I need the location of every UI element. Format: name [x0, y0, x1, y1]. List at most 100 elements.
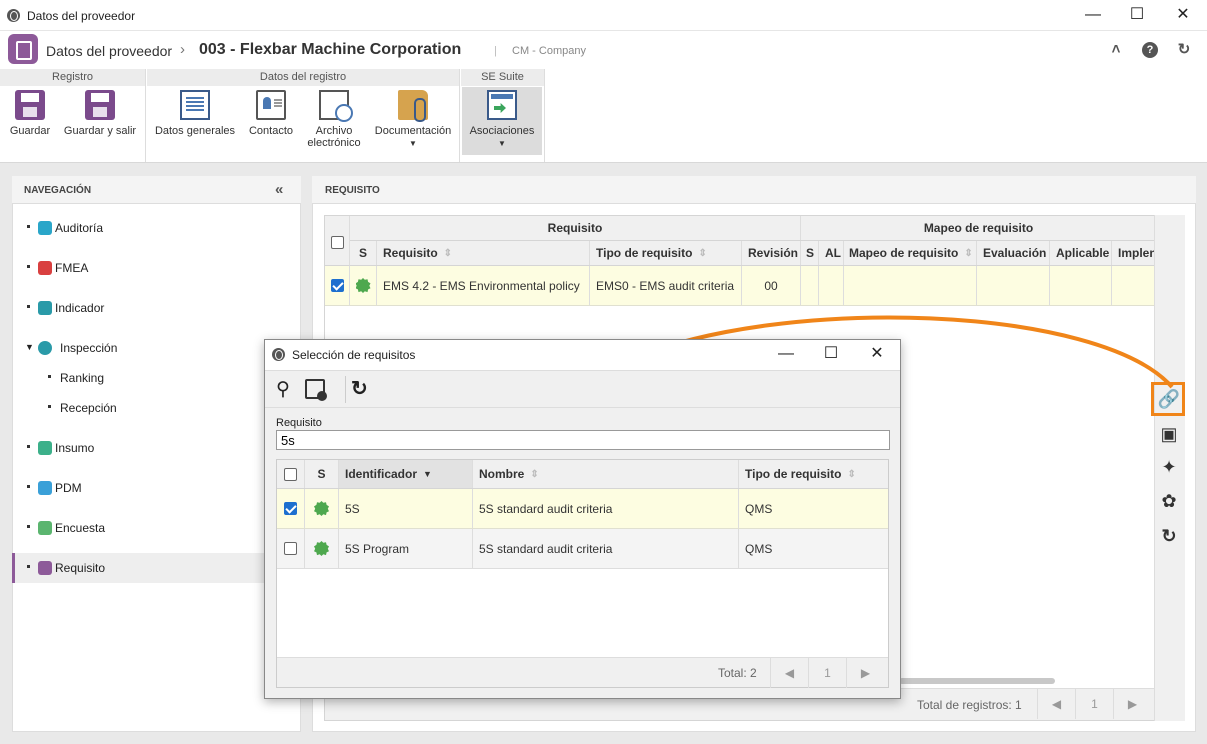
- save-exit-icon: [85, 90, 115, 120]
- folder-clip-icon: [398, 90, 428, 122]
- nav-item-encuesta[interactable]: Encuesta: [12, 513, 301, 543]
- col-requisito[interactable]: Requisito ⇕: [377, 241, 590, 265]
- breadcrumb-root[interactable]: Datos del proveedor: [46, 43, 172, 59]
- row-checkbox[interactable]: [284, 542, 297, 555]
- col-tipo[interactable]: Tipo de requisito ⇕: [739, 460, 888, 488]
- next-page-button[interactable]: ▶: [1113, 689, 1151, 719]
- col-tipo[interactable]: Tipo de requisito ⇕: [590, 241, 742, 265]
- group-header-requisito: Requisito: [350, 216, 801, 240]
- contact-button[interactable]: Contacto: [244, 90, 298, 162]
- inspection-icon: [38, 341, 52, 355]
- dialog-title: Selección de requisitos: [292, 348, 416, 362]
- nav-item-insumo[interactable]: Insumo: [12, 433, 301, 463]
- col-mapeo[interactable]: Mapeo de requisito ⇕: [844, 241, 977, 265]
- general-data-button[interactable]: Datos generales: [152, 90, 238, 162]
- col-s2[interactable]: S: [801, 241, 819, 265]
- ribbon-group-suite: SE Suite: [461, 69, 544, 86]
- cell-requisito: EMS 4.2 - EMS Environmental policy: [377, 266, 590, 305]
- save-close-icon[interactable]: [305, 379, 327, 401]
- page-number: 1: [1075, 689, 1113, 719]
- col-al[interactable]: AL: [819, 241, 844, 265]
- col-s[interactable]: S: [350, 241, 377, 265]
- refresh-icon[interactable]: ↻: [351, 376, 368, 401]
- select-all-checkbox[interactable]: [331, 236, 344, 249]
- save-icon: [15, 90, 45, 120]
- next-page-button[interactable]: ▶: [846, 658, 884, 688]
- table-row[interactable]: 5S Program 5S standard audit criteria QM…: [277, 529, 888, 569]
- group-header-row: Requisito Mapeo de requisito: [325, 216, 1154, 241]
- nav-item-ranking[interactable]: Ranking: [12, 363, 301, 393]
- caret-down-icon: ▼: [409, 139, 417, 148]
- sort-icon: ⇕: [530, 468, 539, 480]
- indicator-icon: [38, 301, 52, 315]
- electronic-file-icon: [319, 90, 353, 122]
- table-row[interactable]: 5S 5S standard audit criteria QMS: [277, 489, 888, 529]
- total-records: Total de registros: 1: [917, 698, 1022, 712]
- unlink-icon[interactable]: ✦: [1156, 454, 1182, 480]
- dialog-minimize-button[interactable]: —: [775, 344, 797, 364]
- view-window-icon[interactable]: ▣: [1156, 421, 1182, 447]
- collapse-up-icon[interactable]: ˄: [1108, 42, 1124, 58]
- requirement-icon: [38, 561, 52, 575]
- cell-identificador: 5S: [339, 489, 473, 528]
- electronic-file-button[interactable]: Archivo electrónico: [302, 90, 366, 162]
- save-exit-button[interactable]: Guardar y salir: [58, 90, 142, 162]
- nav-item-requisito[interactable]: Requisito: [12, 553, 301, 583]
- status-badge-icon: [314, 501, 329, 516]
- prev-page-button[interactable]: ◀: [770, 658, 808, 688]
- refresh-icon[interactable]: ↻: [1156, 523, 1182, 549]
- nav-item-inspeccion[interactable]: ▼ Inspección: [12, 333, 301, 363]
- expanded-caret-icon[interactable]: ▼: [25, 342, 34, 352]
- cell-tipo: QMS: [745, 541, 773, 556]
- column-header-row: S Requisito ⇕ Tipo de requisito ⇕ Revisión…: [325, 241, 1156, 266]
- horizontal-scrollbar[interactable]: [899, 678, 1055, 684]
- nav-item-pdm[interactable]: PDM: [12, 473, 301, 503]
- close-button[interactable]: ✕: [1172, 5, 1194, 25]
- save-button[interactable]: Guardar: [4, 90, 56, 162]
- maximize-button[interactable]: ☐: [1126, 5, 1148, 25]
- dialog-toolbar: ⚲ ↻: [265, 370, 900, 408]
- col-s[interactable]: S: [305, 460, 339, 488]
- dialog-close-button[interactable]: ✕: [866, 344, 888, 364]
- associations-button[interactable]: Asociaciones ▼: [464, 90, 540, 162]
- prev-page-button[interactable]: ◀: [1037, 689, 1075, 719]
- sort-icon: ⇕: [847, 468, 856, 480]
- minimize-button[interactable]: —: [1082, 5, 1104, 25]
- refresh-icon[interactable]: ↻: [1176, 42, 1192, 58]
- nav-item-recepcion[interactable]: Recepción: [12, 393, 301, 423]
- select-all-checkbox[interactable]: [284, 467, 297, 481]
- requirement-search-input[interactable]: [276, 430, 890, 450]
- ribbon-group-datos: Datos del registro: [147, 69, 459, 86]
- help-icon[interactable]: ?: [1142, 42, 1158, 58]
- cell-nombre: 5S standard audit criteria: [473, 489, 739, 528]
- nav-item-auditoria[interactable]: Auditoría: [12, 213, 301, 243]
- group-header-mapeo: Mapeo de requisito: [923, 221, 1034, 235]
- col-implementacion[interactable]: Implen: [1112, 241, 1156, 265]
- col-aplicable[interactable]: Aplicable: [1050, 241, 1112, 265]
- row-checkbox[interactable]: [284, 502, 297, 515]
- col-evaluacion[interactable]: Evaluación: [977, 241, 1050, 265]
- search-icon[interactable]: ⚲: [276, 378, 290, 401]
- cell-nombre: 5S standard audit criteria: [473, 529, 739, 568]
- documentation-button[interactable]: Documentación ▼: [370, 90, 456, 162]
- nav-item-fmea[interactable]: FMEA: [12, 253, 301, 283]
- pdm-icon: [38, 481, 52, 495]
- col-identificador[interactable]: Identificador ▼: [339, 460, 473, 488]
- globe-icon: [7, 9, 20, 22]
- col-revision[interactable]: Revisión: [742, 241, 801, 265]
- window-titlebar: Datos del proveedor — ☐ ✕: [0, 0, 1207, 31]
- section-title: REQUISITO: [325, 185, 380, 196]
- table-row[interactable]: EMS 4.2 - EMS Environmental policy EMS0 …: [325, 266, 1154, 306]
- audit-icon: [38, 221, 52, 235]
- nav-item-indicador[interactable]: Indicador: [12, 293, 301, 323]
- cell-identificador: 5S Program: [339, 529, 473, 568]
- row-checkbox[interactable]: [330, 279, 344, 292]
- certificate-edit-icon[interactable]: ✿: [1156, 488, 1182, 514]
- contact-card-icon: [256, 90, 286, 120]
- page-number: 1: [808, 658, 846, 688]
- collapse-left-icon[interactable]: «: [275, 181, 283, 198]
- dialog-titlebar: Selección de requisitos — ☐ ✕: [265, 340, 900, 370]
- col-nombre[interactable]: Nombre ⇕: [473, 460, 739, 488]
- window-title: Datos del proveedor: [27, 9, 136, 23]
- dialog-maximize-button[interactable]: ☐: [820, 344, 842, 364]
